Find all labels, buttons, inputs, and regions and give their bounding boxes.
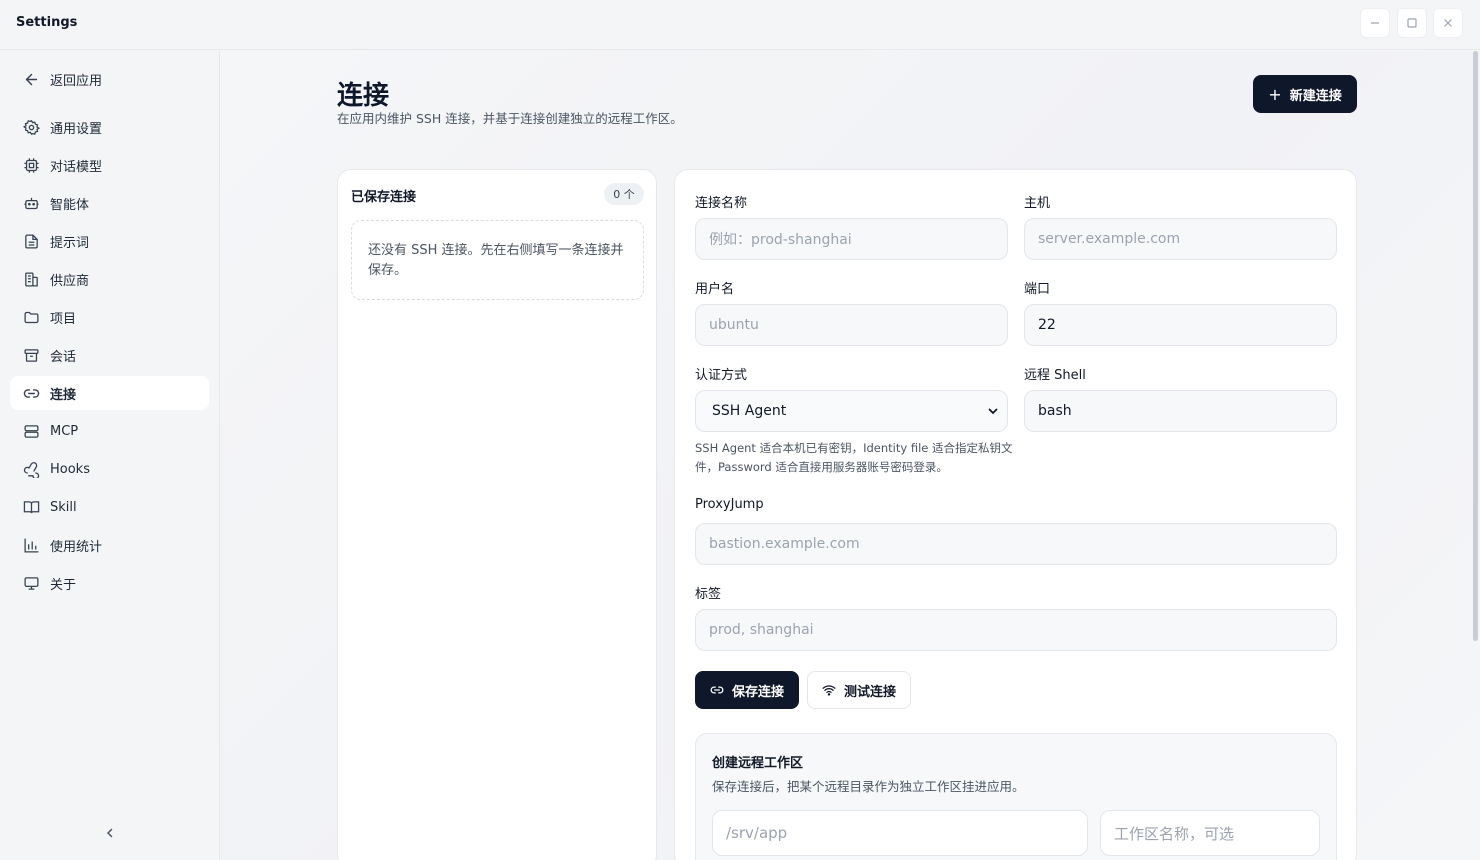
connection-count-badge: 0 个	[604, 183, 644, 205]
document-icon	[22, 232, 40, 250]
scrollbar[interactable]	[1473, 51, 1478, 641]
link-icon	[710, 686, 724, 694]
connection-name-label: 连接名称	[695, 196, 748, 211]
empty-state: 还没有 SSH 连接。先在右侧填写一条连接并保存。	[351, 220, 644, 300]
sidebar-item-usage[interactable]: 使用统计	[10, 528, 209, 562]
chevron-left-icon	[106, 828, 113, 838]
bot-icon	[22, 194, 40, 212]
monitor-icon	[22, 574, 40, 592]
save-connection-label: 保存连接	[731, 684, 784, 700]
tags-input[interactable]: prod, shanghai	[695, 609, 1337, 651]
saved-connections-title: 已保存连接	[351, 190, 417, 205]
sidebar-item-label: 会话	[50, 349, 77, 365]
minimize-button[interactable]	[1360, 8, 1390, 38]
auth-method-select[interactable]: SSH Agent	[695, 390, 1008, 432]
sidebar-item-about[interactable]: 关于	[10, 566, 209, 600]
create-workspace-title: 创建远程工作区	[712, 756, 804, 771]
username-label: 用户名	[695, 282, 735, 297]
collapse-sidebar-button[interactable]	[100, 823, 120, 843]
port-label: 端口	[1024, 282, 1051, 297]
sidebar-item-label: 通用设置	[50, 121, 103, 137]
server-icon	[22, 422, 40, 440]
wifi-icon	[822, 685, 836, 696]
port-input[interactable]: 22	[1024, 304, 1337, 346]
link-icon	[22, 384, 40, 402]
host-label: 主机	[1024, 196, 1051, 211]
back-label: 返回应用	[50, 73, 103, 89]
archive-icon	[22, 346, 40, 364]
sidebar-item-prompts[interactable]: 提示词	[10, 224, 209, 258]
workspace-name-input[interactable]: 工作区名称，可选	[1100, 810, 1320, 856]
page-subtitle: 在应用内维护 SSH 连接，并基于连接创建独立的远程工作区。	[337, 111, 683, 126]
sidebar-item-agents[interactable]: 智能体	[10, 186, 209, 220]
host-input[interactable]: server.example.com	[1024, 218, 1337, 260]
folder-icon	[22, 308, 40, 326]
title-bar: Settings	[0, 0, 1480, 50]
sidebar-item-providers[interactable]: 供应商	[10, 262, 209, 296]
sidebar-item-connections[interactable]: 连接	[10, 376, 209, 410]
tags-label: 标签	[695, 587, 722, 602]
connection-form: 连接名称 例如：prod-shanghai 主机 server.example.…	[674, 169, 1357, 860]
saved-connections-panel: 已保存连接 0 个 还没有 SSH 连接。先在右侧填写一条连接并保存。	[337, 169, 657, 860]
minimize-icon	[1371, 22, 1379, 24]
remote-shell-input[interactable]: bash	[1024, 390, 1337, 432]
create-workspace-subtitle: 保存连接后，把某个远程目录作为独立工作区挂进应用。	[712, 779, 1025, 794]
building-icon	[22, 270, 40, 288]
sidebar-item-label: 智能体	[50, 197, 90, 213]
book-icon	[22, 498, 40, 516]
remote-path-input[interactable]: /srv/app	[712, 810, 1088, 856]
sidebar-item-hooks[interactable]: Hooks	[10, 452, 209, 486]
connection-name-input[interactable]: 例如：prod-shanghai	[695, 218, 1008, 260]
auth-method-hint: SSH Agent 适合本机已有密钥，Identity file 适合指定私钥文…	[695, 441, 1013, 474]
sidebar-item-label: 关于	[50, 577, 77, 593]
proxyjump-label: ProxyJump	[695, 497, 764, 512]
gear-icon	[22, 118, 40, 136]
sidebar-item-label: 对话模型	[50, 159, 103, 175]
auth-method-value: SSH Agent	[712, 403, 787, 419]
new-connection-button[interactable]: + 新建连接	[1253, 75, 1357, 113]
arrow-left-icon	[22, 70, 40, 88]
remote-shell-label: 远程 Shell	[1024, 368, 1086, 383]
sidebar-item-sessions[interactable]: 会话	[10, 338, 209, 372]
webhook-icon	[22, 460, 40, 478]
sidebar-item-label: MCP	[50, 423, 79, 439]
sidebar-item-label: Hooks	[50, 461, 90, 477]
sidebar-item-label: 供应商	[50, 273, 90, 289]
sidebar-item-projects[interactable]: 项目	[10, 300, 209, 334]
auth-method-label: 认证方式	[695, 368, 748, 383]
sidebar-item-models[interactable]: 对话模型	[10, 148, 209, 182]
sidebar-item-mcp[interactable]: MCP	[10, 414, 209, 448]
page-title: 连接	[337, 81, 390, 111]
cpu-icon	[22, 156, 40, 174]
sidebar-item-label: 提示词	[50, 235, 90, 251]
sidebar-item-general[interactable]: 通用设置	[10, 110, 209, 144]
plus-icon: +	[1268, 84, 1282, 104]
sidebar-item-label: Skill	[50, 499, 77, 515]
chevron-down-icon	[988, 408, 998, 415]
sidebar-item-label: 使用统计	[50, 539, 103, 555]
maximize-button[interactable]	[1397, 8, 1427, 38]
back-to-app-button[interactable]: 返回应用	[10, 62, 209, 96]
close-button[interactable]	[1433, 8, 1463, 38]
close-icon	[1444, 19, 1452, 27]
main-content: 连接 在应用内维护 SSH 连接，并基于连接创建独立的远程工作区。 + 新建连接…	[221, 51, 1480, 860]
new-connection-label: 新建连接	[1289, 88, 1342, 104]
sidebar-item-skill[interactable]: Skill	[10, 490, 209, 524]
test-connection-button[interactable]: 测试连接	[807, 671, 911, 709]
window-title: Settings	[16, 15, 78, 30]
test-connection-label: 测试连接	[843, 684, 896, 700]
create-workspace-section: 创建远程工作区 保存连接后，把某个远程目录作为独立工作区挂进应用。 /srv/a…	[695, 733, 1337, 860]
save-connection-button[interactable]: 保存连接	[695, 671, 799, 709]
proxyjump-input[interactable]: bastion.example.com	[695, 523, 1337, 565]
sidebar: 返回应用 通用设置 对话模型 智能体 提示词 供应商 项目 会话 连接 MCP …	[0, 51, 220, 860]
chart-icon	[22, 536, 40, 554]
sidebar-item-label: 连接	[50, 387, 77, 403]
username-input[interactable]: ubuntu	[695, 304, 1008, 346]
maximize-icon	[1407, 18, 1417, 28]
sidebar-item-label: 项目	[50, 311, 77, 327]
